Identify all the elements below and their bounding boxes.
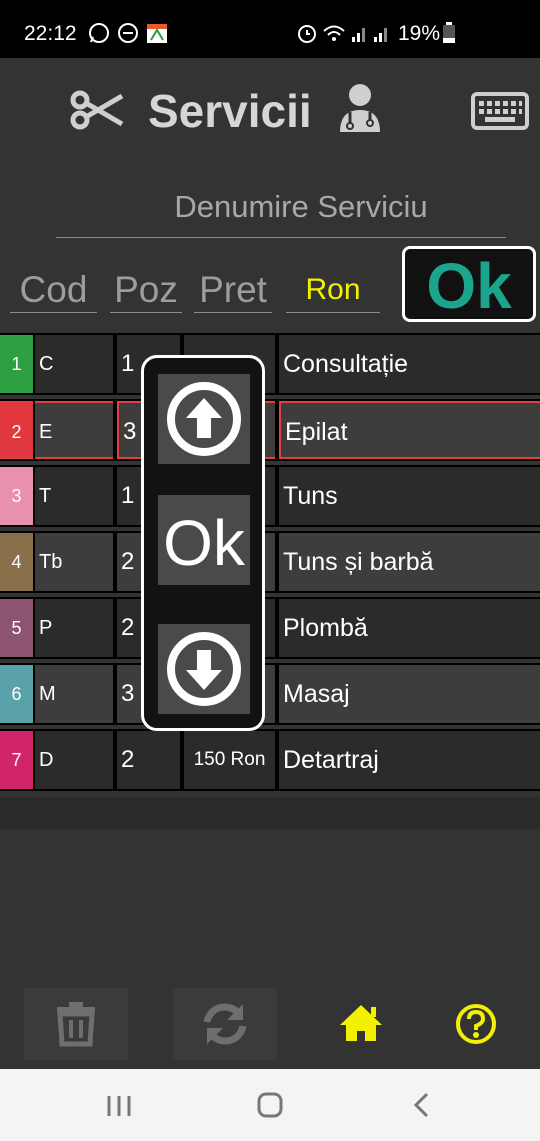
poz-input[interactable]: Poz	[110, 262, 182, 313]
row-number: 5	[0, 599, 33, 657]
wifi-icon	[323, 25, 345, 41]
row-cod: E	[35, 401, 113, 459]
row-denumire: Detartraj	[279, 731, 540, 789]
alarm-icon	[298, 25, 316, 43]
currency-label[interactable]: Ron	[286, 262, 380, 313]
row-number: 4	[0, 533, 33, 591]
table-row-selected[interactable]: 2 E 3 Epilat	[0, 399, 540, 461]
bottom-toolbar	[0, 984, 540, 1068]
status-time: 22:12	[24, 22, 77, 45]
row-denumire: Consultație	[279, 335, 540, 393]
row-cod: M	[35, 665, 113, 723]
row-denumire: Masaj	[279, 665, 540, 723]
row-denumire: Tuns	[279, 467, 540, 525]
scissors-icon[interactable]	[70, 88, 124, 132]
row-number: 6	[0, 665, 33, 723]
system-nav-bar	[0, 1069, 540, 1141]
do-not-disturb-icon	[118, 23, 138, 43]
page-title: Servicii	[148, 85, 312, 137]
row-cod: D	[35, 731, 113, 789]
row-cod: T	[35, 467, 113, 525]
move-up-button[interactable]	[158, 374, 250, 464]
table-row[interactable]: 4 Tb 2 Tuns și barbă	[0, 531, 540, 593]
row-number: 2	[0, 401, 33, 459]
row-denumire: Plombă	[279, 599, 540, 657]
status-bar: 22:12 19%	[0, 0, 540, 58]
pret-input[interactable]: Pret	[194, 262, 272, 313]
popup-ok-button[interactable]: Ok	[158, 495, 250, 585]
service-name-input[interactable]: Denumire Serviciu	[56, 183, 506, 238]
signal-icon	[352, 28, 387, 42]
keyboard-icon[interactable]	[471, 92, 529, 130]
calendar-app-icon	[147, 24, 167, 43]
row-denumire: Tuns și barbă	[279, 533, 540, 591]
home-icon[interactable]	[338, 1003, 384, 1043]
row-pret: 150 Ron	[184, 731, 275, 789]
arrow-down-icon	[167, 632, 241, 706]
battery-icon	[443, 22, 455, 43]
refresh-button[interactable]	[173, 988, 277, 1060]
row-number: 3	[0, 467, 33, 525]
arrow-up-icon	[167, 382, 241, 456]
table-row[interactable]: 7 D 2 150 Ron Detartraj	[0, 729, 540, 791]
delete-button[interactable]	[24, 988, 128, 1060]
doctor-icon[interactable]	[338, 82, 382, 132]
row-cod: C	[35, 335, 113, 393]
move-down-button[interactable]	[158, 624, 250, 714]
row-number: 7	[0, 731, 33, 789]
trash-icon	[57, 1002, 95, 1047]
row-cod: Tb	[35, 533, 113, 591]
row-denumire: Epilat	[279, 401, 540, 459]
back-nav-icon[interactable]	[410, 1091, 434, 1119]
refresh-icon	[203, 1003, 247, 1045]
ok-button[interactable]: Ok	[402, 246, 536, 322]
table-row[interactable]: 6 M 3 Masaj	[0, 663, 540, 725]
reorder-popup: Ok	[141, 355, 265, 731]
table-footer-strip	[0, 797, 540, 829]
home-nav-icon[interactable]	[256, 1091, 284, 1119]
battery-percent: 19%	[398, 22, 441, 45]
table-row[interactable]: 1 C 1 Consultație	[0, 333, 540, 395]
row-number: 1	[0, 335, 33, 393]
row-poz: 2	[117, 731, 180, 789]
table-row[interactable]: 3 T 1 Tuns	[0, 465, 540, 527]
whatsapp-icon	[89, 23, 109, 43]
help-icon[interactable]	[454, 1002, 498, 1046]
cod-input[interactable]: Cod	[10, 262, 97, 313]
row-cod: P	[35, 599, 113, 657]
table-row[interactable]: 5 P 2 Plombă	[0, 597, 540, 659]
recent-apps-icon[interactable]	[104, 1093, 134, 1119]
